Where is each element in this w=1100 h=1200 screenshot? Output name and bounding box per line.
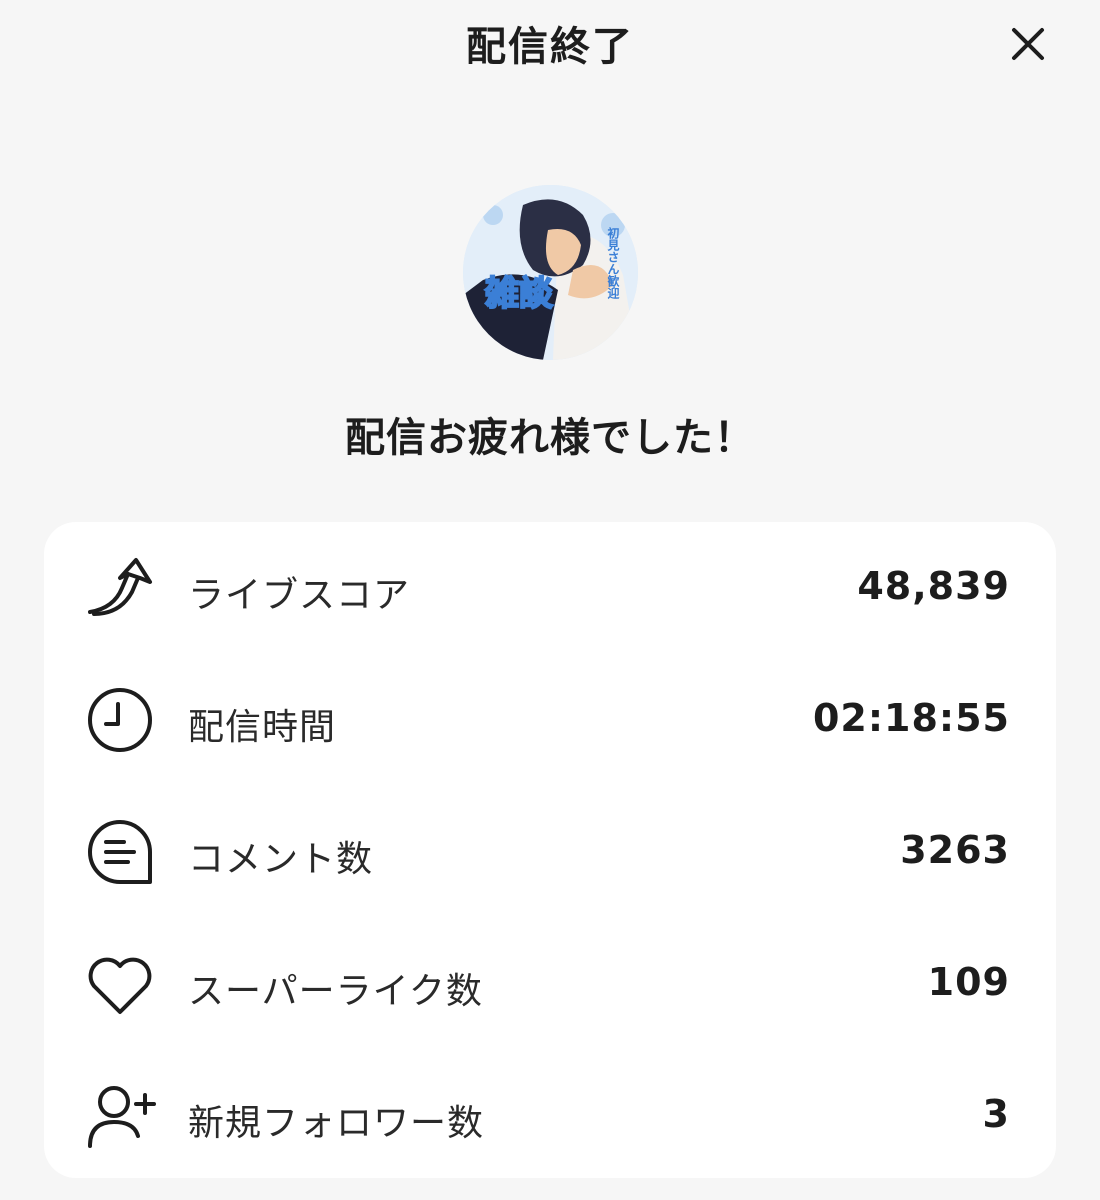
avatar-side-text: 初見さん歓迎 <box>606 226 620 300</box>
completion-message: 配信お疲れ様でした！ <box>345 415 755 461</box>
avatar-image: 雑談 初見さん歓迎 <box>463 185 638 360</box>
stat-label: 新規フォロワー数 <box>188 1103 485 1144</box>
stat-row-stream-time: 配信時間 02:18:55 <box>44 664 1056 774</box>
stat-value: 02:18:55 <box>812 696 1010 740</box>
stat-label: コメント数 <box>188 839 374 880</box>
comment-icon <box>88 820 152 884</box>
stat-row-live-score: ライブスコア 48,839 <box>44 532 1056 642</box>
clock-icon <box>88 688 152 752</box>
stat-row-comments: コメント数 3263 <box>44 796 1056 906</box>
stat-row-new-followers: 新規フォロワー数 3 <box>44 1060 1056 1170</box>
close-icon <box>1012 28 1044 60</box>
stat-row-super-likes: スーパーライク数 109 <box>44 928 1056 1038</box>
avatar: 雑談 初見さん歓迎 <box>463 185 638 360</box>
stats-card: ライブスコア 48,839 配信時間 02:18:55 コメント数 3263 ス… <box>44 522 1056 1178</box>
page-title: 配信終了 <box>466 24 634 70</box>
stat-value: 3263 <box>900 828 1010 872</box>
header: 配信終了 <box>0 0 1100 90</box>
close-button[interactable] <box>1006 22 1050 66</box>
stat-label: 配信時間 <box>188 707 337 748</box>
heart-icon <box>88 957 152 1014</box>
stat-value: 48,839 <box>857 564 1010 608</box>
trending-arrow-icon <box>88 558 152 616</box>
stat-label: スーパーライク数 <box>188 971 483 1012</box>
avatar-overlay-text: 雑談 <box>484 274 554 314</box>
stat-value: 109 <box>927 960 1010 1004</box>
stat-label: ライブスコア <box>188 575 411 616</box>
add-user-icon <box>88 1086 156 1148</box>
stat-value: 3 <box>982 1092 1010 1136</box>
